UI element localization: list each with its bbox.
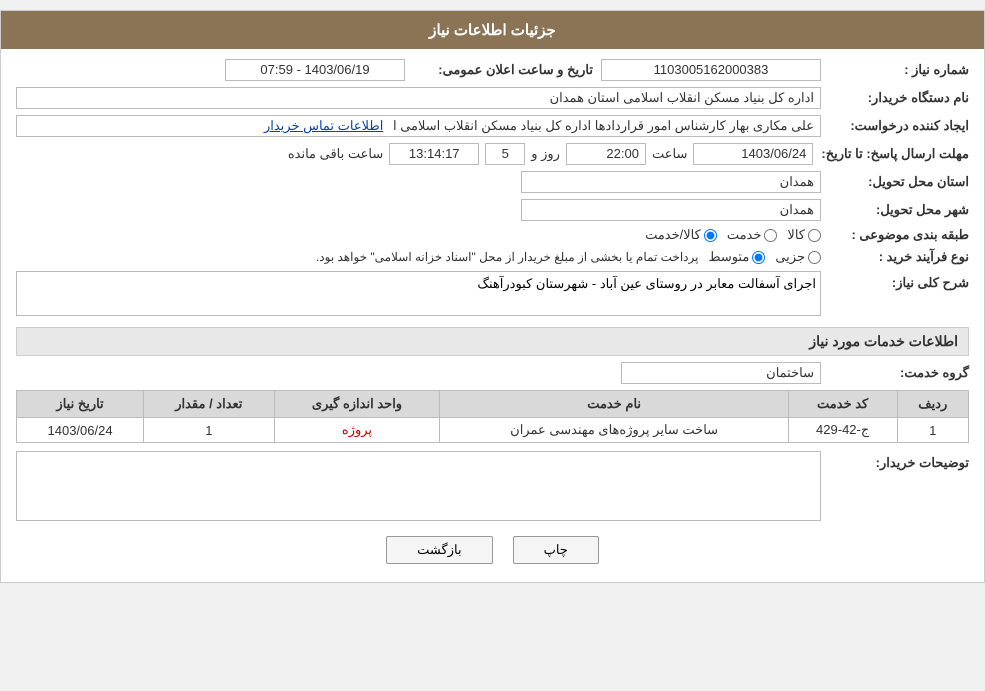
category-kala-label: کالا	[787, 227, 805, 243]
cell-unit: پروژه	[274, 418, 440, 443]
table-header: ردیف کد خدمت نام خدمت واحد اندازه گیری ت…	[17, 391, 969, 418]
deadline-date: 1403/06/24	[693, 143, 813, 165]
general-desc-textarea[interactable]: اجرای آسفالت معابر در روستای عین آباد - …	[16, 271, 821, 316]
deadline-time-label: ساعت	[652, 146, 687, 162]
city-row: شهر محل تحویل: همدان	[16, 199, 969, 221]
creator-value: علی مکاری بهار کارشناس امور قراردادها اد…	[16, 115, 821, 137]
province-label: استان محل تحویل:	[829, 174, 969, 190]
page-header: جزئیات اطلاعات نیاز	[1, 11, 984, 49]
notice-number-label: شماره نیاز :	[829, 62, 969, 78]
cell-code: ج-42-429	[788, 418, 897, 443]
cell-qty: 1	[144, 418, 274, 443]
buyer-org-label: نام دستگاه خریدار:	[829, 90, 969, 106]
purchase-type-note: پرداخت تمام یا بخشی از مبلغ خریدار از مح…	[316, 250, 699, 264]
col-qty: تعداد / مقدار	[144, 391, 274, 418]
col-row: ردیف	[897, 391, 968, 418]
creator-contact-link[interactable]: اطلاعات تماس خریدار	[264, 118, 383, 133]
col-unit: واحد اندازه گیری	[274, 391, 440, 418]
notice-number-row: شماره نیاز : 1103005162000383 تاریخ و سا…	[16, 59, 969, 81]
buyer-org-row: نام دستگاه خریدار: اداره کل بنیاد مسکن ا…	[16, 87, 969, 109]
table-row: 1 ج-42-429 ساخت سایر پروژه‌های مهندسی عم…	[17, 418, 969, 443]
services-section-header: اطلاعات خدمات مورد نیاز	[16, 327, 969, 356]
purchase-type-jozi-radio[interactable]	[808, 251, 821, 264]
cell-name: ساخت سایر پروژه‌های مهندسی عمران	[440, 418, 788, 443]
deadline-row: مهلت ارسال پاسخ: تا تاریخ: 1403/06/24 سا…	[16, 143, 969, 165]
general-desc-row: شرح کلی نیاز: اجرای آسفالت معابر در روست…	[16, 271, 969, 319]
city-value: همدان	[521, 199, 821, 221]
purchase-type-motavaset-radio[interactable]	[752, 251, 765, 264]
cell-date: 1403/06/24	[17, 418, 144, 443]
page-title: جزئیات اطلاعات نیاز	[429, 22, 556, 39]
purchase-type-row: نوع فرآیند خرید : جزیی متوسط پرداخت تمام…	[16, 249, 969, 265]
purchase-type-radio-group: جزیی متوسط پرداخت تمام یا بخشی از مبلغ خ…	[16, 249, 821, 265]
general-desc-container: اجرای آسفالت معابر در روستای عین آباد - …	[16, 271, 821, 319]
services-table: ردیف کد خدمت نام خدمت واحد اندازه گیری ت…	[16, 390, 969, 443]
category-kala-khedmat-radio[interactable]	[704, 229, 717, 242]
deadline-remaining-label: ساعت باقی مانده	[288, 146, 383, 162]
print-button[interactable]: چاپ	[513, 536, 599, 564]
announce-datetime-value: 1403/06/19 - 07:59	[225, 59, 405, 81]
buyer-notes-textarea[interactable]	[16, 451, 821, 521]
category-kala: کالا	[787, 227, 821, 243]
creator-row: ایجاد کننده درخواست: علی مکاری بهار کارش…	[16, 115, 969, 137]
purchase-type-jozi: جزیی	[775, 249, 821, 265]
category-label: طبقه بندی موضوعی :	[829, 227, 969, 243]
col-date: تاریخ نیاز	[17, 391, 144, 418]
city-label: شهر محل تحویل:	[829, 202, 969, 218]
category-khedmat-radio[interactable]	[764, 229, 777, 242]
category-khedmat: خدمت	[727, 227, 778, 243]
deadline-group: 1403/06/24 ساعت 22:00 روز و 5 13:14:17 س…	[288, 143, 814, 165]
service-group-value: ساختمان	[621, 362, 821, 384]
general-desc-label: شرح کلی نیاز:	[829, 271, 969, 291]
back-button[interactable]: بازگشت	[386, 536, 492, 564]
category-radio-group: کالا خدمت کالا/خدمت	[16, 227, 821, 243]
col-code: کد خدمت	[788, 391, 897, 418]
deadline-days: 5	[485, 143, 525, 165]
purchase-type-jozi-label: جزیی	[775, 249, 805, 265]
category-kala-khedmat: کالا/خدمت	[645, 227, 717, 243]
service-group-label: گروه خدمت:	[829, 365, 969, 381]
province-row: استان محل تحویل: همدان	[16, 171, 969, 193]
buyer-notes-row: توضیحات خریدار:	[16, 451, 969, 524]
purchase-type-motavaset: متوسط	[708, 249, 765, 265]
category-khedmat-label: خدمت	[727, 227, 762, 243]
action-buttons: چاپ بازگشت	[16, 536, 969, 564]
purchase-type-motavaset-label: متوسط	[708, 249, 749, 265]
notice-number-value: 1103005162000383	[601, 59, 821, 81]
service-group-row: گروه خدمت: ساختمان	[16, 362, 969, 384]
category-row: طبقه بندی موضوعی : کالا خدمت کالا/خدمت	[16, 227, 969, 243]
deadline-time: 22:00	[566, 143, 646, 165]
deadline-days-label: روز و	[531, 146, 560, 162]
cell-row: 1	[897, 418, 968, 443]
buyer-notes-label: توضیحات خریدار:	[829, 451, 969, 471]
deadline-label: مهلت ارسال پاسخ: تا تاریخ:	[821, 146, 969, 162]
buyer-notes-container	[16, 451, 821, 524]
announce-datetime-label: تاریخ و ساعت اعلان عمومی:	[413, 62, 593, 78]
province-value: همدان	[521, 171, 821, 193]
category-kala-khedmat-label: کالا/خدمت	[645, 227, 701, 243]
deadline-remaining: 13:14:17	[389, 143, 479, 165]
purchase-type-label: نوع فرآیند خرید :	[829, 249, 969, 265]
buyer-org-value: اداره کل بنیاد مسکن انقلاب اسلامی استان …	[16, 87, 821, 109]
creator-label: ایجاد کننده درخواست:	[829, 118, 969, 134]
table-body: 1 ج-42-429 ساخت سایر پروژه‌های مهندسی عم…	[17, 418, 969, 443]
category-kala-radio[interactable]	[808, 229, 821, 242]
col-name: نام خدمت	[440, 391, 788, 418]
